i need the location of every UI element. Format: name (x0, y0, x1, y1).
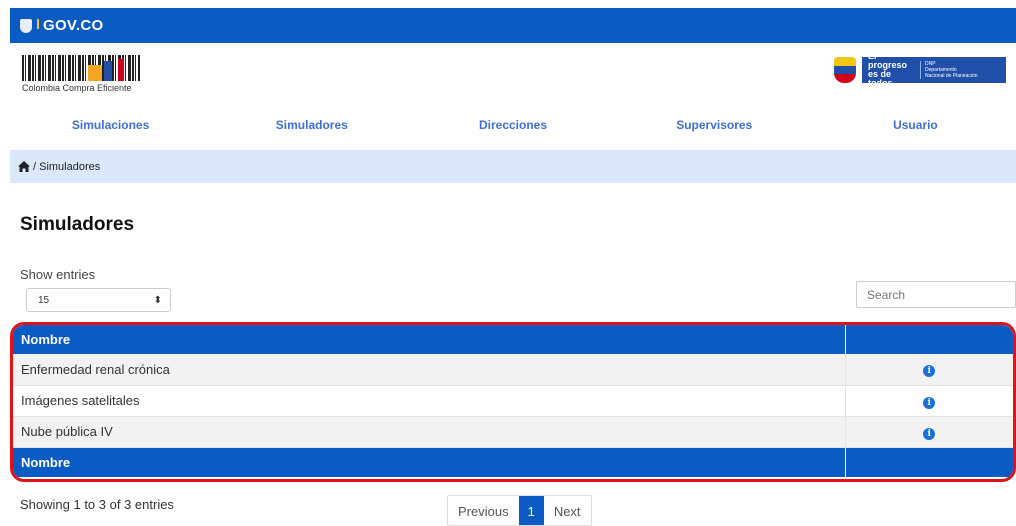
column-footer-nombre: Nombre (13, 447, 845, 477)
gov-slogan-line2: es de todos (868, 69, 893, 88)
barcode-logo-icon (22, 55, 140, 81)
nav-item-supervisores[interactable]: Supervisores (614, 108, 815, 142)
home-icon[interactable] (18, 161, 30, 172)
breadcrumb-current: / Simuladores (33, 160, 101, 173)
column-header-nombre[interactable]: Nombre (13, 325, 845, 354)
nav-item-simulaciones[interactable]: Simulaciones (10, 108, 211, 142)
row-name: Enfermedad renal crónica (13, 354, 845, 386)
table-row: Nube pública IV i (13, 416, 1013, 448)
progreso-banner: El progreso es de todos DNP Departamento… (862, 52, 1006, 88)
colombia-compra-logo[interactable]: Colombia Compra Eficiente (22, 55, 142, 93)
table-row: Enfermedad renal crónica i (13, 354, 1013, 386)
column-footer-actions (844, 447, 1013, 477)
row-action-cell: i (844, 354, 1013, 386)
pagination: Previous 1 Next (447, 495, 592, 526)
govco-separator (37, 18, 39, 29)
previous-page-button[interactable]: Previous (448, 496, 519, 525)
entries-length-value: 15 (38, 294, 50, 306)
search-input[interactable] (856, 281, 1016, 308)
simuladores-table-highlight: Nombre Enfermedad renal crónica i Imágen… (10, 322, 1016, 482)
row-action-cell: i (844, 385, 1013, 417)
column-header-actions (844, 325, 1013, 354)
page-title: Simuladores (20, 214, 135, 235)
gov-slogan: El progreso es de todos (868, 52, 916, 88)
show-entries-label: Show entries (20, 267, 96, 282)
breadcrumb: / Simuladores (10, 150, 1016, 183)
info-icon[interactable]: i (923, 365, 936, 378)
gov-slogan-line1: El progreso (868, 51, 908, 70)
dnp-line3: Nacional de Planeación (925, 73, 978, 79)
nav-item-simuladores[interactable]: Simuladores (211, 108, 412, 142)
row-action-cell: i (844, 416, 1013, 448)
entries-length-select[interactable]: 15 ⬍ (26, 288, 171, 312)
site-header: Colombia Compra Eficiente El progreso es… (10, 43, 1016, 103)
dnp-logo: El progreso es de todos DNP Departamento… (834, 52, 1006, 88)
row-name: Imágenes satelitales (13, 385, 845, 417)
row-name: Nube pública IV (13, 416, 845, 448)
page-1-button[interactable]: 1 (518, 496, 544, 525)
govco-shield-icon (20, 18, 32, 33)
select-arrows-icon: ⬍ (153, 294, 162, 306)
next-page-button[interactable]: Next (544, 496, 591, 525)
govco-brand[interactable]: GOV.CO (43, 17, 103, 34)
logo-text: Colombia Compra Eficiente (22, 83, 132, 93)
main-nav: Simulaciones Simuladores Direcciones Sup… (10, 108, 1016, 142)
info-icon[interactable]: i (923, 427, 936, 440)
govco-bar: GOV.CO (10, 8, 1016, 43)
nav-item-usuario[interactable]: Usuario (815, 108, 1016, 142)
info-icon[interactable]: i (923, 396, 936, 409)
table-info: Showing 1 to 3 of 3 entries (20, 497, 174, 512)
table-footer-row: Nombre (13, 447, 1013, 477)
dnp-text: DNP Departamento Nacional de Planeación (920, 61, 978, 79)
nav-item-direcciones[interactable]: Direcciones (412, 108, 613, 142)
table-header-row: Nombre (13, 325, 1013, 354)
simuladores-table: Nombre Enfermedad renal crónica i Imágen… (13, 325, 1013, 477)
table-row: Imágenes satelitales i (13, 385, 1013, 417)
coat-of-arms-icon (834, 57, 856, 83)
